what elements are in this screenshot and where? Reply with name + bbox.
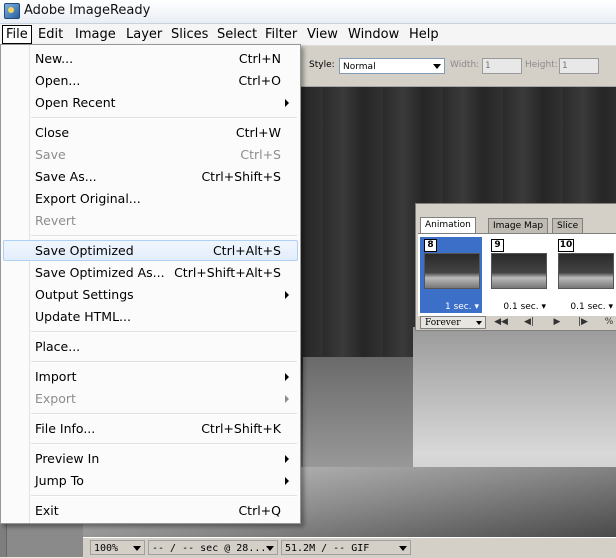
previous-frame-icon[interactable]: ◀| (522, 317, 536, 328)
zoom-select[interactable]: 100% (90, 540, 145, 555)
frame-delay[interactable]: 1 sec. ▾ (420, 301, 482, 313)
submenu-arrow-icon (285, 395, 289, 403)
chevron-down-icon (266, 546, 274, 551)
width-label: Width: (450, 60, 480, 70)
animation-frame[interactable]: 8 1 sec. ▾ (420, 237, 482, 313)
menu-separator (31, 331, 297, 333)
frame-thumbnail (424, 253, 480, 289)
submenu-arrow-icon (285, 477, 289, 485)
menu-item-open-recent[interactable]: Open Recent (3, 92, 298, 113)
menu-image[interactable]: Image (72, 26, 119, 43)
file-menu-dropdown: New... Ctrl+N Open... Ctrl+O Open Recent C… (0, 44, 301, 524)
menu-item-close[interactable]: Close Ctrl+W (3, 122, 298, 143)
chevron-down-icon (133, 546, 141, 551)
chevron-down-icon (399, 546, 407, 551)
menu-item-save-optimized-as[interactable]: Save Optimized As... Ctrl+Shift+Alt+S (3, 262, 298, 283)
submenu-arrow-icon (285, 455, 289, 463)
title-bar: Adobe ImageReady (0, 0, 616, 24)
frame-number: 10 (558, 239, 574, 252)
height-field[interactable]: 1 (559, 58, 599, 74)
menu-item-export: Export (3, 388, 298, 409)
menu-window[interactable]: Window (345, 26, 402, 43)
menu-item-exit[interactable]: Exit Ctrl+Q (3, 500, 298, 521)
menu-separator (31, 443, 297, 445)
menu-filter[interactable]: Filter (262, 26, 300, 43)
tab-slice[interactable]: Slice (552, 218, 584, 233)
menu-separator (31, 413, 297, 415)
app-icon (4, 3, 20, 19)
animation-frame[interactable]: 9 0.1 sec. ▾ (487, 237, 549, 313)
menu-item-update-html[interactable]: Update HTML... (3, 306, 298, 327)
style-label: Style: (309, 60, 335, 70)
menu-item-open[interactable]: Open... Ctrl+O (3, 70, 298, 91)
loop-select[interactable]: Forever (420, 316, 486, 329)
menu-separator (31, 235, 297, 237)
frame-delay[interactable]: 0.1 sec. ▾ (487, 301, 549, 313)
menu-item-import[interactable]: Import (3, 366, 298, 387)
menu-item-new[interactable]: New... Ctrl+N (3, 48, 298, 69)
file-size-select[interactable]: 51.2M / -- GIF (281, 540, 411, 555)
menu-item-output-settings[interactable]: Output Settings (3, 284, 298, 305)
frames-pane: 8 1 sec. ▾ 9 0.1 sec. ▾ 10 0.1 sec. ▾ (418, 233, 616, 316)
menu-file[interactable]: File (2, 25, 32, 44)
animation-frame[interactable]: 10 0.1 sec. ▾ (554, 237, 616, 313)
frame-number: 8 (424, 239, 437, 252)
menu-separator (31, 361, 297, 363)
frame-number: 9 (491, 239, 504, 252)
menu-slices[interactable]: Slices (168, 26, 211, 43)
height-label: Height: (525, 60, 558, 70)
tab-image-map[interactable]: Image Map (488, 218, 549, 233)
menu-item-preview-in[interactable]: Preview In (3, 448, 298, 469)
next-frame-icon[interactable]: |▶ (576, 317, 590, 328)
frame-thumbnail (491, 253, 547, 289)
submenu-arrow-icon (285, 373, 289, 381)
menu-item-save-optimized[interactable]: Save Optimized Ctrl+Alt+S (3, 240, 298, 261)
menu-item-export-original[interactable]: Export Original... (3, 188, 298, 209)
menu-bar: File Edit Image Layer Slices Select Filt… (0, 24, 616, 46)
menu-view[interactable]: View (304, 26, 341, 43)
menu-item-save: Save Ctrl+S (35, 147, 281, 162)
submenu-arrow-icon (285, 291, 289, 299)
animation-controls: Forever ◀◀ ◀| ▶ |▶ % (418, 316, 616, 330)
status-bar: 100% -- / -- sec @ 28... 51.2M / -- GIF (83, 537, 616, 558)
chevron-down-icon (476, 321, 482, 325)
frame-thumbnail (558, 253, 614, 289)
animation-palette: Animation Image Map Slice 8 1 sec. ▾ 9 0… (415, 203, 616, 331)
menu-edit[interactable]: Edit (35, 26, 66, 43)
width-field[interactable]: 1 (482, 58, 522, 74)
download-time-select[interactable]: -- / -- sec @ 28... (148, 540, 278, 555)
menu-item-place[interactable]: Place... (3, 336, 298, 357)
menu-separator (31, 117, 297, 119)
style-value: Normal (343, 62, 376, 72)
menu-help[interactable]: Help (406, 26, 442, 43)
menu-item-file-info[interactable]: File Info... Ctrl+Shift+K (3, 418, 298, 439)
tween-icon[interactable]: % (602, 317, 616, 328)
zoom-value: 100% (94, 543, 119, 554)
menu-item-jump-to[interactable]: Jump To (3, 470, 298, 491)
window-title: Adobe ImageReady (24, 3, 151, 18)
first-frame-icon[interactable]: ◀◀ (494, 317, 508, 328)
menu-separator (31, 495, 297, 497)
menu-item-revert: Revert (35, 213, 76, 228)
download-time-value: -- / -- sec @ 28... (152, 543, 267, 554)
loop-value: Forever (425, 318, 461, 328)
menu-layer[interactable]: Layer (123, 26, 165, 43)
style-select[interactable]: Normal (339, 58, 445, 74)
file-size-value: 51.2M / -- GIF (285, 543, 370, 554)
submenu-arrow-icon (285, 99, 289, 107)
play-icon[interactable]: ▶ (550, 317, 564, 328)
chevron-down-icon (433, 64, 441, 69)
menu-select[interactable]: Select (214, 26, 260, 43)
tab-animation[interactable]: Animation (420, 217, 476, 234)
menu-item-save-as[interactable]: Save As... Ctrl+Shift+S (3, 166, 298, 187)
frame-delay[interactable]: 0.1 sec. ▾ (554, 301, 616, 313)
